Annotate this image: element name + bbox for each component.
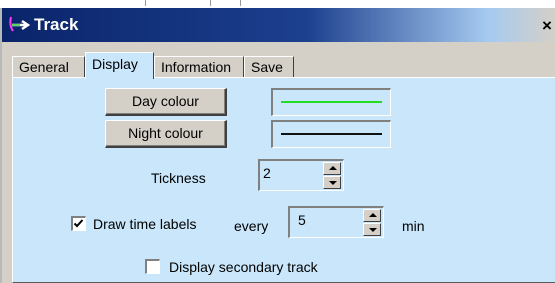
tab-label: Information bbox=[161, 59, 232, 75]
checkmark-icon bbox=[73, 219, 84, 228]
unit-label: min bbox=[402, 218, 425, 234]
tab-label: Display bbox=[92, 56, 138, 72]
interval-arrows bbox=[363, 209, 381, 236]
strip-tick bbox=[240, 0, 241, 6]
tab-label: General bbox=[19, 59, 69, 75]
thickness-up-arrow-icon[interactable] bbox=[323, 162, 341, 175]
interval-value[interactable]: 5 bbox=[298, 212, 306, 228]
thickness-down-arrow-icon[interactable] bbox=[323, 176, 341, 189]
draw-time-labels-label: Draw time labels bbox=[93, 216, 197, 232]
interval-down-arrow-icon[interactable] bbox=[363, 223, 381, 236]
tab-display[interactable]: Display bbox=[85, 52, 154, 79]
button-label: Night colour bbox=[128, 125, 203, 141]
secondary-track-label: Display secondary track bbox=[169, 259, 318, 275]
thickness-label: Tickness bbox=[151, 170, 206, 186]
track-arrow-icon bbox=[9, 16, 30, 32]
day-colour-button[interactable]: Day colour bbox=[105, 88, 227, 116]
thickness-arrows bbox=[323, 162, 341, 189]
night-colour-swatch[interactable] bbox=[271, 120, 391, 148]
background-strip bbox=[0, 0, 555, 8]
thickness-spinner[interactable]: 2 bbox=[258, 159, 344, 191]
tab-label: Save bbox=[251, 59, 283, 75]
every-label: every bbox=[234, 218, 269, 234]
interval-spinner[interactable]: 5 bbox=[288, 206, 384, 238]
day-colour-line bbox=[281, 101, 382, 103]
strip-tick bbox=[145, 0, 146, 6]
window-title: Track bbox=[34, 15, 79, 34]
night-colour-line bbox=[281, 133, 382, 135]
night-colour-button[interactable]: Night colour bbox=[105, 120, 227, 148]
thickness-value[interactable]: 2 bbox=[263, 165, 271, 181]
day-colour-swatch[interactable] bbox=[271, 88, 391, 116]
tab-information[interactable]: Information bbox=[154, 56, 244, 78]
secondary-track-checkbox[interactable] bbox=[145, 259, 160, 274]
strip-tick bbox=[210, 0, 211, 6]
button-label: Day colour bbox=[132, 93, 199, 109]
interval-up-arrow-icon[interactable] bbox=[363, 209, 381, 222]
close-button[interactable]: × bbox=[539, 17, 555, 35]
display-panel: Day colour Night colour Tickness 2 Draw … bbox=[12, 77, 555, 283]
track-dialog: Track × General Display Information Save… bbox=[0, 8, 555, 283]
draw-time-labels-checkbox[interactable] bbox=[71, 216, 86, 231]
title-bar[interactable]: Track × bbox=[2, 8, 555, 42]
close-icon: × bbox=[542, 16, 552, 35]
tab-save[interactable]: Save bbox=[244, 56, 294, 78]
tab-general[interactable]: General bbox=[12, 56, 85, 78]
